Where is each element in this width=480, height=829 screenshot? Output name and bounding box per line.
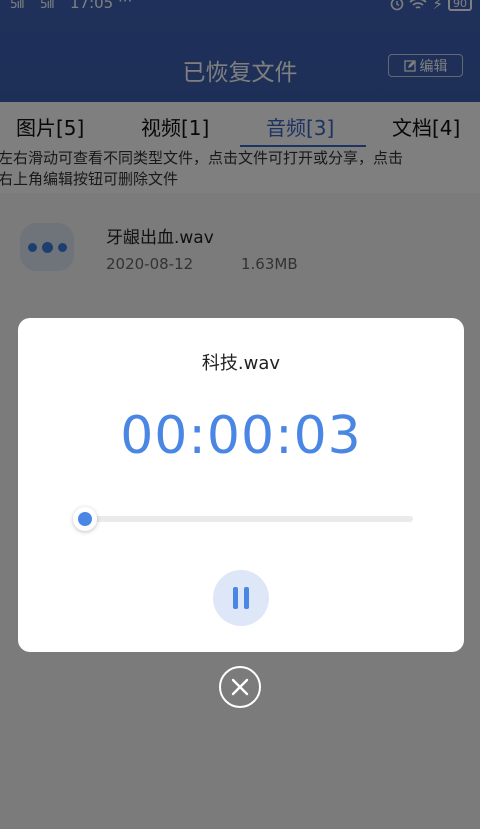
progress-slider-handle[interactable] [73,507,98,531]
close-icon [231,678,249,696]
pause-icon [233,587,238,609]
close-button[interactable] [219,666,261,708]
progress-track[interactable] [75,516,413,522]
player-file-name: 科技.wav [201,353,281,374]
player-elapsed-time: 00:00:03 [120,406,362,466]
pause-button[interactable] [213,570,269,626]
audio-player-dialog: 科技.wav 00:00:03 [18,318,464,652]
